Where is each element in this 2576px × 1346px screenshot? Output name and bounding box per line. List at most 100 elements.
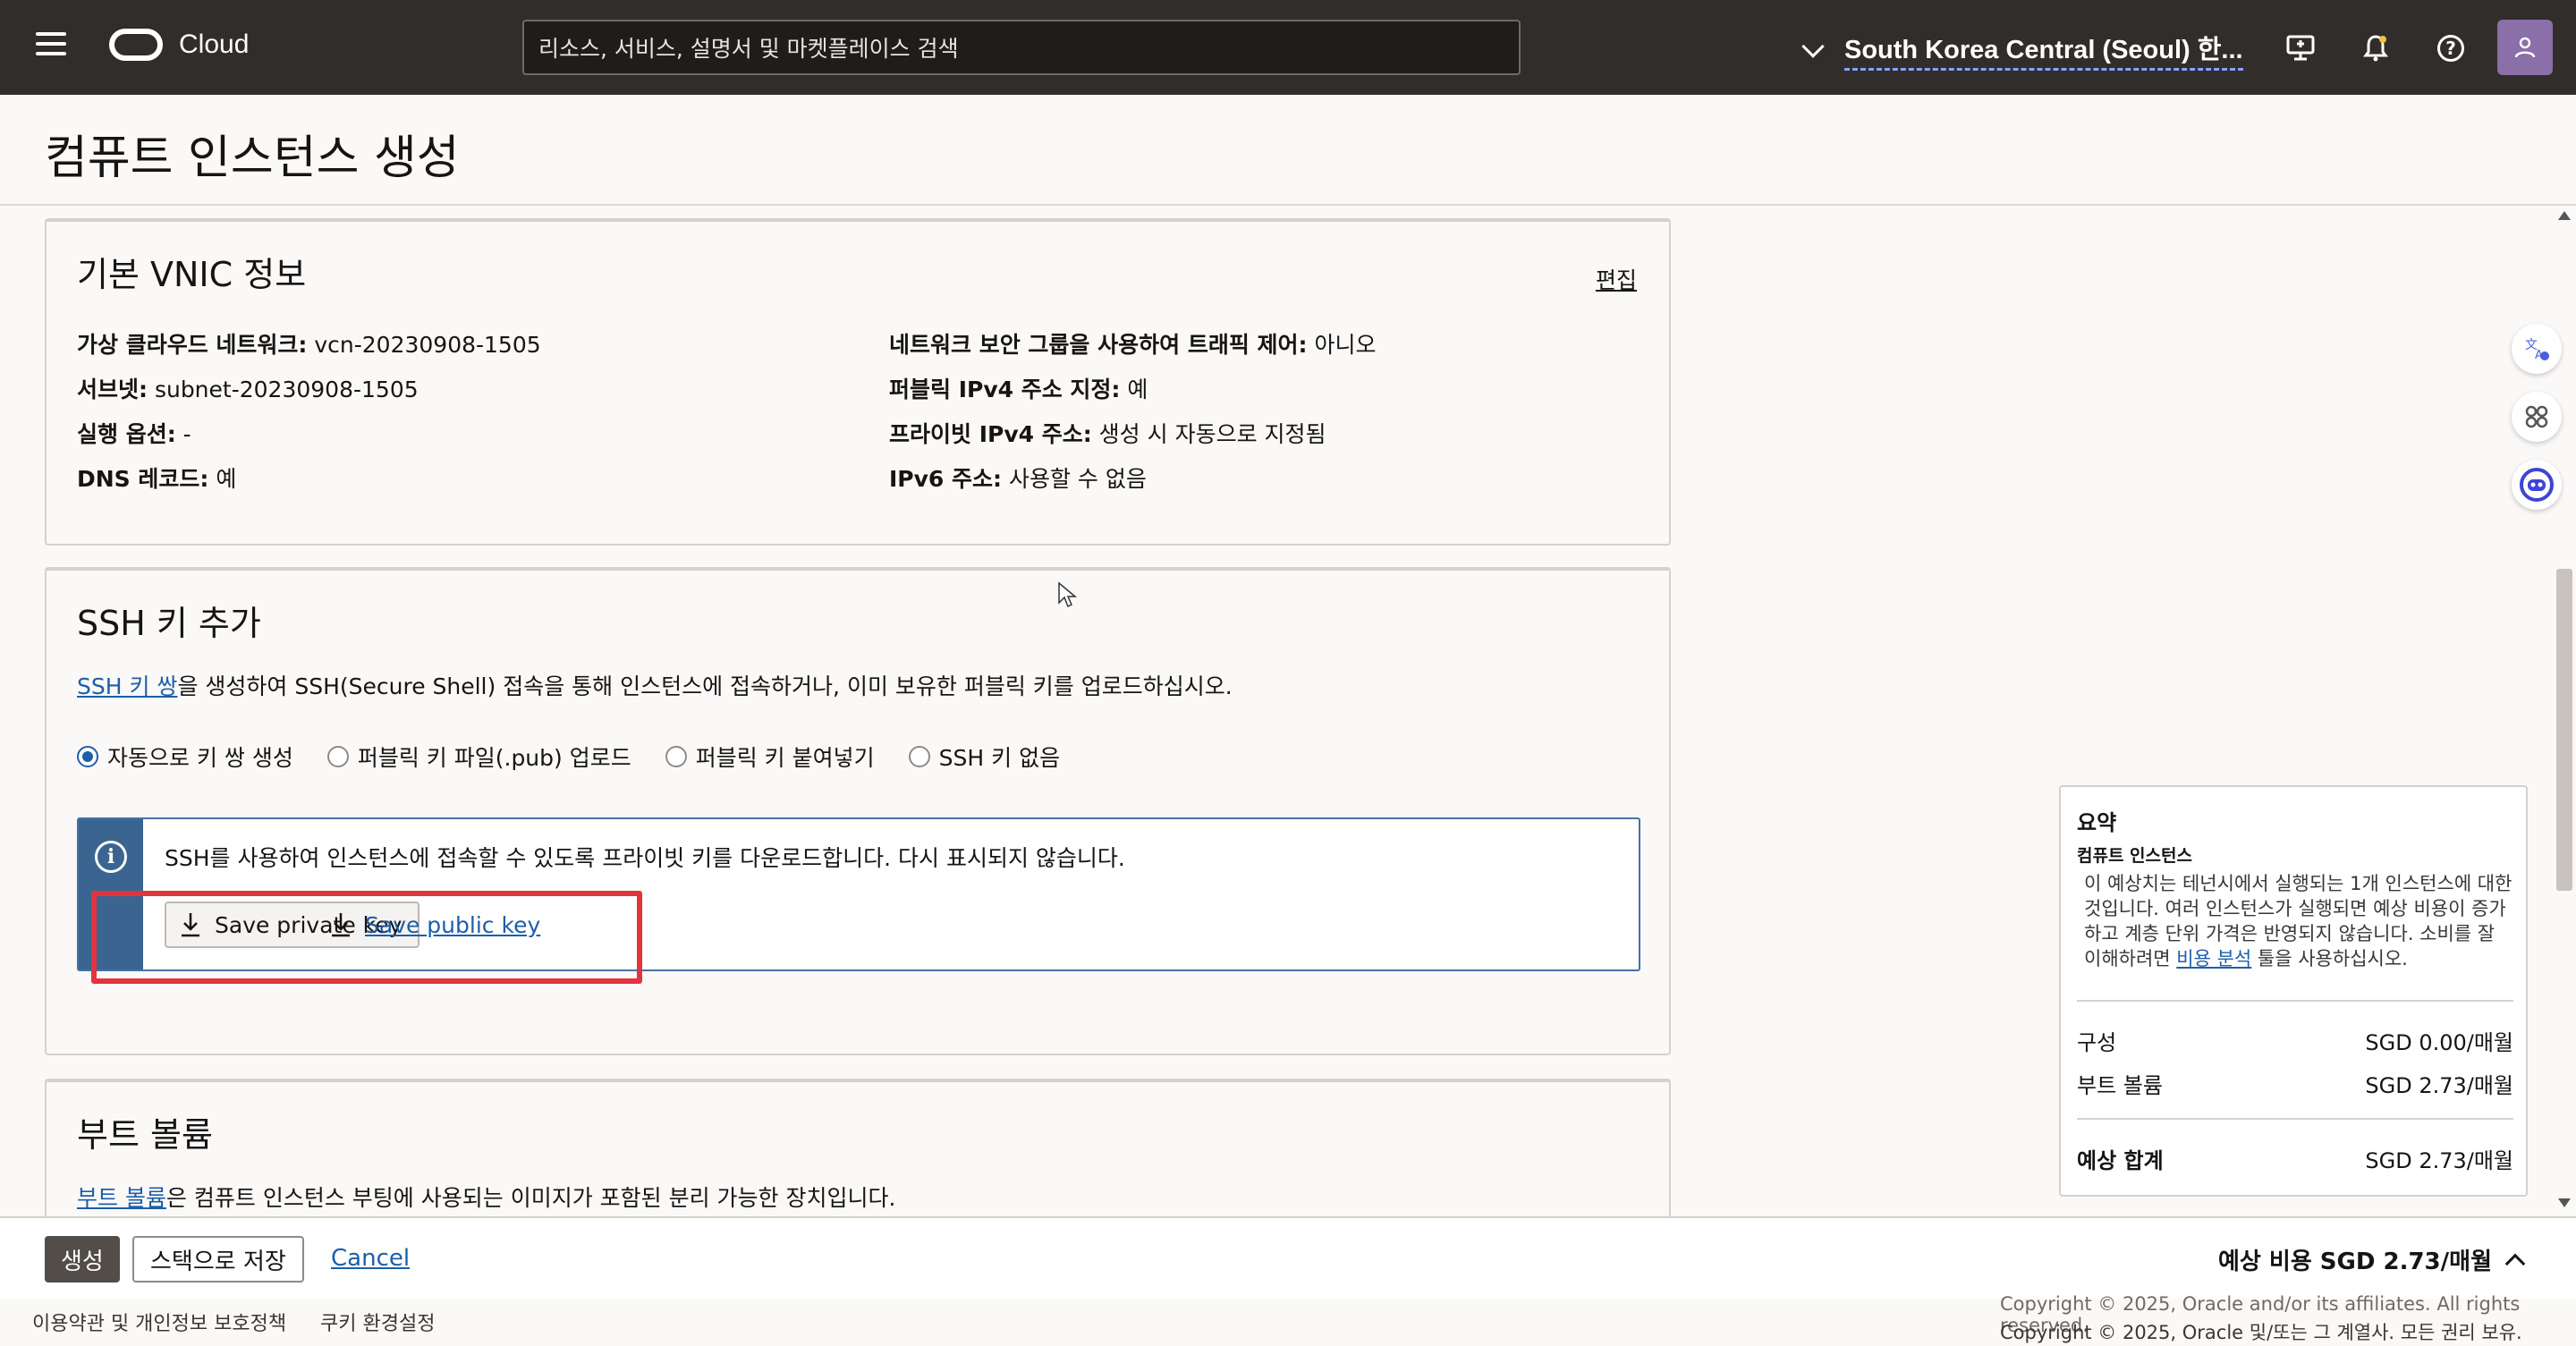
kv-value: 아니오 xyxy=(1307,332,1377,358)
menu-icon[interactable] xyxy=(36,32,66,63)
summary-row-boot-volume: 부트 볼륨 SGD 2.73/매월 xyxy=(2077,1068,2513,1099)
ssh-description-text: 을 생성하여 SSH(Secure Shell) 접속을 통해 인스턴스에 접속… xyxy=(177,673,1233,699)
boot-volume-description-text: 은 컴퓨트 인스턴스 부팅에 사용되는 이미지가 포함된 분리 가능한 장치입니… xyxy=(165,1185,896,1211)
info-icon: i xyxy=(95,841,127,873)
scroll-up-arrow-icon[interactable] xyxy=(2558,211,2571,220)
kv-value: 예 xyxy=(208,466,237,492)
ssh-key-pair-link[interactable]: SSH 키 쌍 xyxy=(77,673,177,699)
terms-privacy-link[interactable]: 이용약관 및 개인정보 보호정책 xyxy=(32,1308,286,1336)
assistant-bot-icon[interactable] xyxy=(2512,460,2562,510)
vnic-card: 기본 VNIC 정보 편집 가상 클라우드 네트워크: vcn-20230908… xyxy=(45,218,1671,546)
kv-value: subnet-20230908-1505 xyxy=(148,377,419,402)
vnic-launch-options: 실행 옵션: - xyxy=(77,417,191,449)
vnic-public-ipv4: 퍼블릭 IPv4 주소 지정: 예 xyxy=(889,372,1148,404)
summary-panel: 요약 컴퓨트 인스턴스 이 예상치는 테넌시에서 실행되는 1개 인스턴스에 대… xyxy=(2059,785,2528,1197)
user-icon xyxy=(2514,37,2536,58)
summary-row-label: 부트 볼륨 xyxy=(2077,1073,2163,1098)
info-strip: i xyxy=(79,819,143,969)
kv-key: DNS 레코드: xyxy=(77,466,209,492)
copyright-text: Copyright © 2025, Oracle 및/또는 그 계열사. 모든 … xyxy=(2000,1322,2522,1343)
radio-generate-key-pair[interactable]: 자동으로 키 쌍 생성 xyxy=(77,741,293,773)
kv-value: 예 xyxy=(1120,377,1148,402)
radio-no-ssh-key[interactable]: SSH 키 없음 xyxy=(908,741,1061,773)
vnic-vcn: 가상 클라우드 네트워크: vcn-20230908-1505 xyxy=(77,327,541,360)
brand-label: Cloud xyxy=(179,30,250,59)
kv-value: 생성 시 자동으로 지정됨 xyxy=(1091,421,1326,447)
cost-analysis-link[interactable]: 비용 분석 xyxy=(2176,948,2251,969)
create-button[interactable]: 생성 xyxy=(45,1236,120,1283)
summary-total-label: 예상 합계 xyxy=(2077,1148,2164,1173)
vnic-title: 기본 VNIC 정보 xyxy=(77,255,307,294)
kv-value: vcn-20230908-1505 xyxy=(307,332,541,358)
vnic-subnet: 서브넷: subnet-20230908-1505 xyxy=(77,372,419,404)
scrollbar-thumb[interactable] xyxy=(2556,569,2572,891)
boot-volume-title: 부트 볼륨 xyxy=(77,1115,213,1155)
oracle-cloud-logo[interactable]: Cloud xyxy=(109,29,249,61)
divider xyxy=(2077,1000,2513,1002)
translate-icon[interactable]: 文A xyxy=(2512,324,2562,374)
divider xyxy=(2077,1118,2513,1120)
top-navigation-bar: Cloud 리소스, 서비스, 설명서 및 마켓플레이스 검색 South Ko… xyxy=(0,0,2576,95)
cookie-preferences-link[interactable]: 쿠키 환경설정 xyxy=(320,1308,435,1336)
ssh-title: SSH 키 추가 xyxy=(77,604,261,643)
download-icon xyxy=(332,913,350,937)
radio-label: 자동으로 키 쌍 생성 xyxy=(107,745,293,771)
kv-key: 가상 클라우드 네트워크: xyxy=(77,332,308,358)
kv-key: IPv6 주소: xyxy=(889,466,1003,492)
monitor-icon[interactable] xyxy=(2283,30,2318,66)
kv-value: 사용할 수 없음 xyxy=(1002,466,1147,492)
vnic-edit-link[interactable]: 편집 xyxy=(1596,263,1637,295)
mouse-cursor-icon xyxy=(1058,581,1078,608)
page-title-bar: 컴퓨트 인스턴스 생성 xyxy=(0,95,2576,206)
kv-key: 네트워크 보안 그룹을 사용하여 트래픽 제어: xyxy=(889,332,1308,358)
summary-subtitle: 컴퓨트 인스턴스 xyxy=(2077,846,2192,866)
radio-unselected-icon xyxy=(908,746,930,767)
region-selector[interactable]: South Korea Central (Seoul) 한... xyxy=(1801,29,2243,71)
boot-volume-link[interactable]: 부트 볼륨 xyxy=(77,1185,166,1211)
radio-paste-public-key[interactable]: 퍼블릭 키 붙여넣기 xyxy=(665,741,875,773)
summary-row-value: SGD 0.00/매월 xyxy=(2365,1030,2513,1055)
user-avatar[interactable] xyxy=(2497,20,2553,75)
radio-label: 퍼블릭 키 붙여넣기 xyxy=(695,745,875,771)
bottom-action-bar: 생성 스택으로 저장 Cancel 예상 비용 SGD 2.73/매월 xyxy=(0,1216,2576,1299)
estimated-cost-label: 예상 비용 SGD 2.73/매월 xyxy=(2218,1249,2492,1275)
help-icon[interactable]: ? xyxy=(2433,30,2469,66)
kv-value: - xyxy=(175,421,191,447)
save-public-key-button[interactable]: Save public key xyxy=(329,902,540,948)
ssh-option-group: 자동으로 키 쌍 생성 퍼블릭 키 파일(.pub) 업로드 퍼블릭 키 붙여넣… xyxy=(77,741,1094,773)
oracle-logo-icon xyxy=(109,29,163,61)
apps-grid-icon[interactable] xyxy=(2512,392,2562,442)
vnic-private-ipv4: 프라이빗 IPv4 주소: 생성 시 자동으로 지정됨 xyxy=(889,417,1326,449)
summary-description: 이 예상치는 테넌시에서 실행되는 1개 인스턴스에 대한 것입니다. 여러 인… xyxy=(2084,871,2513,971)
save-public-key-label: Save public key xyxy=(365,911,541,938)
ssh-description: SSH 키 쌍을 생성하여 SSH(Secure Shell) 접속을 통해 인… xyxy=(77,669,1233,701)
bell-icon[interactable] xyxy=(2358,30,2394,66)
chevron-down-icon xyxy=(1801,34,1825,58)
search-placeholder: 리소스, 서비스, 설명서 및 마켓플레이스 검색 xyxy=(538,36,959,62)
summary-total-value: SGD 2.73/매월 xyxy=(2365,1148,2513,1173)
chevron-up-icon xyxy=(2504,1253,2526,1274)
cancel-button[interactable]: Cancel xyxy=(331,1245,410,1272)
save-as-stack-button[interactable]: 스택으로 저장 xyxy=(132,1236,304,1283)
boot-volume-description: 부트 볼륨은 컴퓨트 인스턴스 부팅에 사용되는 이미지가 포함된 분리 가능한… xyxy=(77,1181,895,1213)
radio-upload-public-key[interactable]: 퍼블릭 키 파일(.pub) 업로드 xyxy=(326,741,631,773)
scroll-down-arrow-icon[interactable] xyxy=(2558,1198,2571,1207)
ssh-info-message: i SSH를 사용하여 인스턴스에 접속할 수 있도록 프라이빗 키를 다운로드… xyxy=(77,817,1640,971)
summary-row-label: 구성 xyxy=(2077,1030,2117,1055)
help-glyph: ? xyxy=(2437,35,2464,62)
page-title: 컴퓨트 인스턴스 생성 xyxy=(45,131,460,185)
kv-key: 퍼블릭 IPv4 주소 지정: xyxy=(889,377,1121,402)
radio-unselected-icon xyxy=(665,746,687,767)
estimated-cost-toggle[interactable]: 예상 비용 SGD 2.73/매월 xyxy=(2218,1243,2526,1276)
summary-title: 요약 xyxy=(2077,810,2117,835)
search-input[interactable]: 리소스, 서비스, 설명서 및 마켓플레이스 검색 xyxy=(522,20,1521,75)
region-label: South Korea Central (Seoul) 한... xyxy=(1844,29,2243,71)
summary-row-value: SGD 2.73/매월 xyxy=(2365,1073,2513,1098)
download-icon xyxy=(182,913,199,937)
vnic-ipv6: IPv6 주소: 사용할 수 없음 xyxy=(889,461,1147,494)
radio-selected-icon xyxy=(77,746,98,767)
radio-unselected-icon xyxy=(326,746,349,767)
radio-label: SSH 키 없음 xyxy=(938,745,1061,771)
footer: 이용약관 및 개인정보 보호정책 쿠키 환경설정 Copyright © 202… xyxy=(0,1293,2576,1346)
summary-desc-text-end: 툴을 사용하십시오. xyxy=(2251,948,2408,969)
